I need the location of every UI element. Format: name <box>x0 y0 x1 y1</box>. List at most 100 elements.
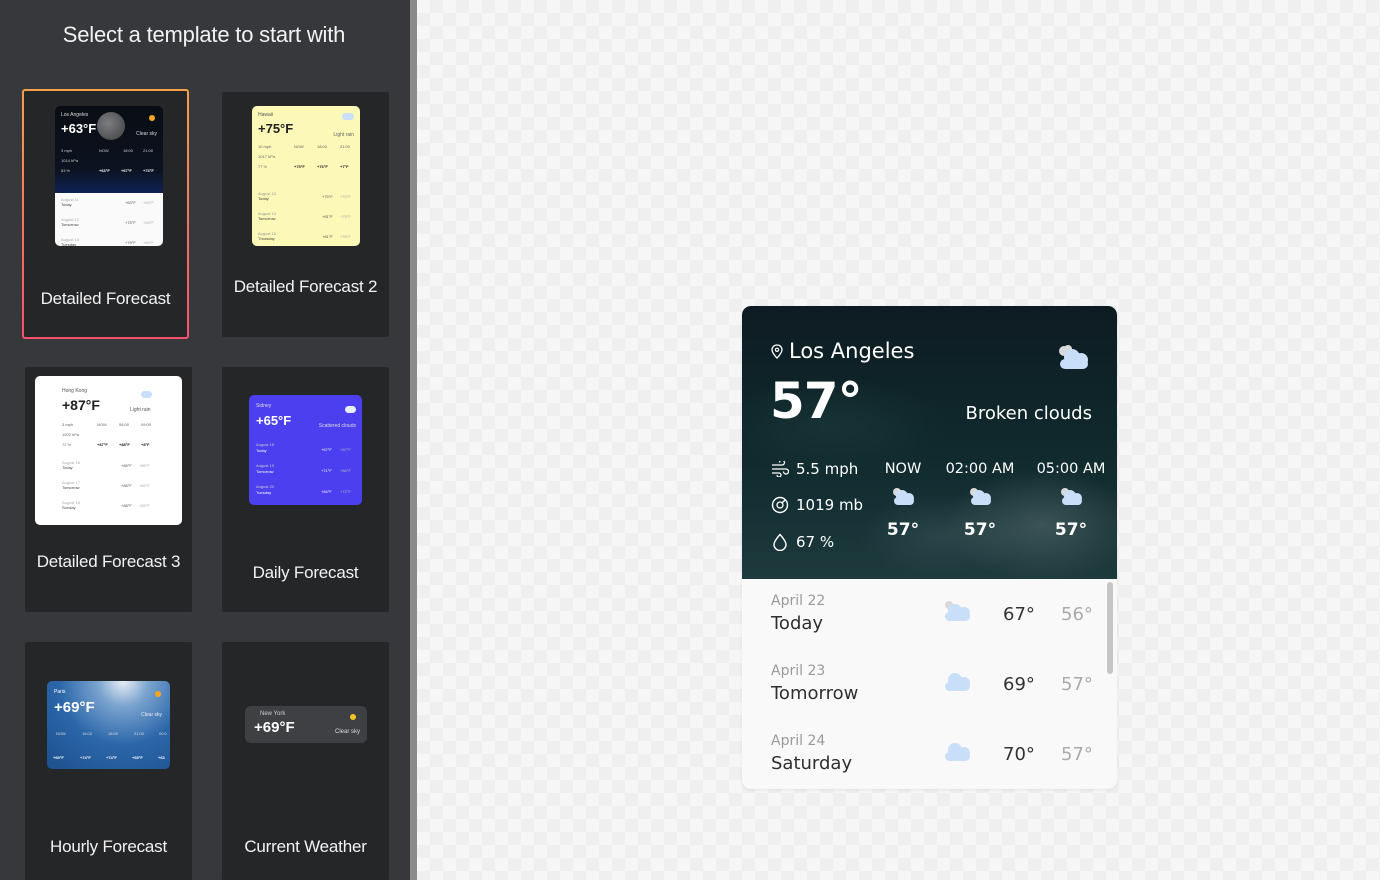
preview-hour-temp: +69°F <box>132 755 143 760</box>
preview-day-lo: +83°F <box>139 503 150 508</box>
preview-day-hi: +79°F <box>125 240 136 245</box>
template-preview: Sidney +65°F Scattered clouds August 18 … <box>249 395 362 505</box>
broken-clouds-icon <box>970 488 991 505</box>
preview-day-name: Thursday <box>258 236 275 241</box>
preview-stat: 1017 hPa <box>258 154 276 159</box>
day-name: Saturday <box>771 753 853 774</box>
wind-value: 5.5 mph <box>796 460 859 478</box>
preview-hour-temp: +74°F <box>106 755 117 760</box>
preview-hour-temp: +63 <box>158 755 165 760</box>
preview-temp: +75°F <box>258 121 294 136</box>
preview-city: Los Angeles <box>61 112 89 118</box>
preview-day-hi: +88°F <box>121 483 132 488</box>
template-card-detailed-forecast[interactable]: Los Angeles +63°F Clear sky 3 mph 1014 h… <box>22 89 189 339</box>
day-low: 56° <box>1061 604 1093 625</box>
preview-day-hi: +89°F <box>121 463 132 468</box>
droplet-icon <box>773 533 787 551</box>
preview-hour: 21:00 <box>134 731 145 736</box>
preview-city: Hawaii <box>258 112 274 118</box>
template-card-daily-forecast[interactable]: Sidney +65°F Scattered clouds August 18 … <box>222 367 389 612</box>
preview-day-lo: +67°F <box>340 447 351 452</box>
preview-stat: 1014 hPa <box>61 158 79 163</box>
preview-city: Sidney <box>256 403 272 409</box>
preview-stat: 3 mph <box>61 148 73 153</box>
preview-hour-temp: +88°F <box>119 442 130 447</box>
template-card-detailed-forecast-3[interactable]: Hong Kong +87°F Light rain 3 mph 1002 hP… <box>25 367 192 612</box>
template-card-detailed-forecast-2[interactable]: Hawaii +75°F Light rain 10 mph 1017 hPa … <box>222 92 389 337</box>
template-preview: Hawaii +75°F Light rain 10 mph 1017 hPa … <box>252 106 360 246</box>
wind-stat: 5.5 mph <box>771 460 858 478</box>
preview-temp: +69°F <box>254 719 295 736</box>
preview-hour-temp: +63°F <box>99 168 110 173</box>
weather-widget: Los Angeles 57° Broken clouds 5.5 mph 10… <box>742 306 1117 789</box>
template-card-hourly-forecast[interactable]: Paris +69°F Clear sky NOW 15:00 18:00 21… <box>25 642 192 880</box>
preview-day-name: Sunday <box>62 505 76 510</box>
pressure-gauge-icon <box>771 496 789 514</box>
location: Los Angeles <box>771 339 914 363</box>
preview-day-date: August 18 <box>256 442 275 447</box>
broken-clouds-icon <box>893 488 914 505</box>
preview-day-date: August 20 <box>256 484 275 489</box>
scattered-clouds-icon <box>345 406 356 413</box>
broken-clouds-icon <box>1059 345 1088 369</box>
preview-hour: 09:00 <box>141 422 152 427</box>
template-card-current-weather[interactable]: New York +69°F Clear sky Current Weather <box>222 642 389 880</box>
preview-hour: 00:0 <box>159 731 167 736</box>
preview-day-lo: +75°F <box>340 194 351 199</box>
preview-day-name: Tomorrow <box>62 485 80 490</box>
preview-day-lo: +63°F <box>143 200 154 205</box>
preview-hour: NOW <box>294 144 304 149</box>
preview-hour: 15:00 <box>82 731 93 736</box>
preview-day-lo: +69°F <box>143 240 154 245</box>
template-label: Daily Forecast <box>252 563 359 582</box>
moon-icon <box>149 115 155 121</box>
preview-city: Paris <box>54 689 66 695</box>
preview-day-hi: +81°F <box>322 234 333 239</box>
preview-day-lo: +84°F <box>139 483 150 488</box>
preview-hour-temp: +8°F <box>141 442 150 447</box>
template-preview: Paris +69°F Clear sky NOW 15:00 18:00 21… <box>47 681 170 769</box>
hourly-item: 02:00 AM 57° <box>935 461 1025 540</box>
daily-list-scrollbar[interactable] <box>1107 582 1113 674</box>
preview-day-name: Today <box>258 196 269 201</box>
template-label: Current Weather <box>244 837 367 856</box>
preview-hour-temp: +76°F <box>317 164 328 169</box>
preview-hour: 18:00 <box>317 144 328 149</box>
day-date: April 22 <box>771 593 826 609</box>
preview-day-hi: +88°F <box>121 503 132 508</box>
preview-day-name: Tomorrow <box>258 216 276 221</box>
template-label: Hourly Forecast <box>50 837 167 856</box>
preview-hour: NOW <box>97 422 107 427</box>
moon-image <box>97 112 125 140</box>
preview-day-hi: +75°F <box>125 220 136 225</box>
preview-day-name: Today <box>61 202 72 207</box>
preview-condition: Light rain <box>130 407 151 413</box>
preview-day-lo: +63°F <box>143 220 154 225</box>
rain-cloud-icon <box>141 391 152 398</box>
preview-day-hi: +81°F <box>322 214 333 219</box>
preview-day-date: August 19 <box>256 463 275 468</box>
cloud-icon <box>945 743 970 761</box>
day-date: April 23 <box>771 663 826 679</box>
preview-condition: Scattered clouds <box>318 423 356 429</box>
preview-day-name: Tomorrow <box>61 222 79 227</box>
preview-stat: 1002 hPa <box>62 432 80 437</box>
preview-day-name: Tuesday <box>256 490 272 495</box>
daily-row: April 24 Saturday 70° 57° <box>742 719 1102 789</box>
preview-condition: Light rain <box>333 132 354 138</box>
preview-stat: 83 % <box>61 168 71 173</box>
preview-day-lo: +85°F <box>139 463 150 468</box>
hour-temp: 57° <box>1054 520 1088 540</box>
daily-forecast-list[interactable]: April 22 Today 67° 56° April 23 Tomorrow… <box>742 579 1117 789</box>
day-name: Today <box>771 613 824 634</box>
template-preview: New York +69°F Clear sky <box>245 706 367 743</box>
preview-stat: 3 mph <box>62 422 74 427</box>
preview-hour: 18:00 <box>108 731 119 736</box>
panel-scrollbar[interactable] <box>410 0 417 880</box>
day-high: 70° <box>1003 744 1035 765</box>
preview-day-hi: +63°F <box>125 200 136 205</box>
day-low: 57° <box>1061 744 1093 765</box>
preview-day-lo: +78°F <box>340 234 351 239</box>
hour-label: 02:00 AM <box>945 461 1015 477</box>
template-label: Detailed Forecast 3 <box>36 552 181 571</box>
